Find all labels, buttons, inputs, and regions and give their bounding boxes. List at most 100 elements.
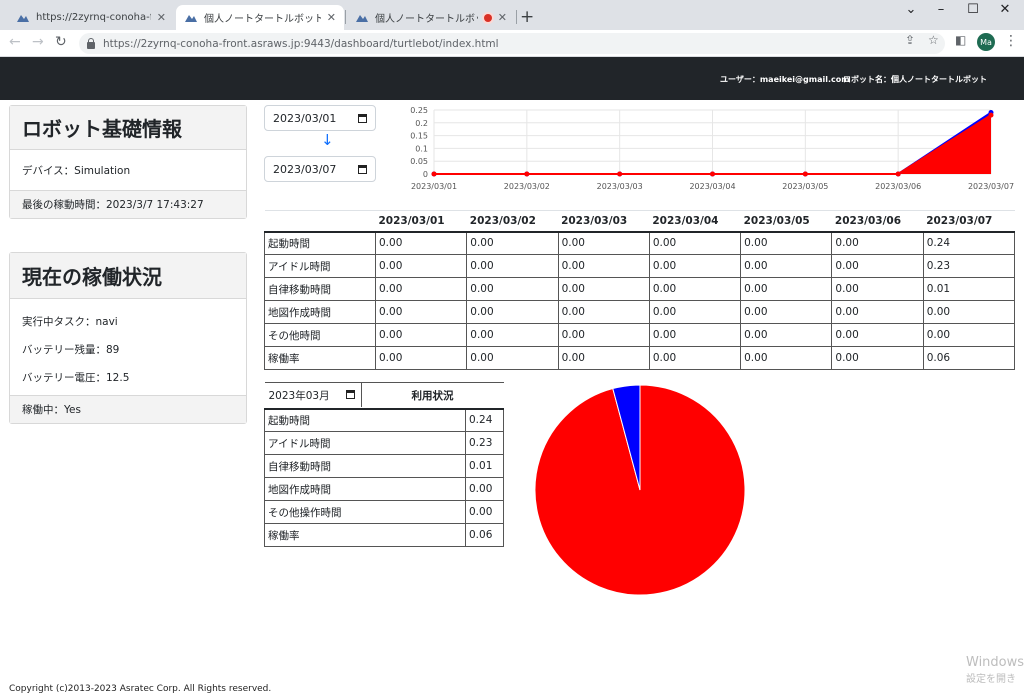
table-cell: 0.00 [465, 500, 504, 524]
browser-menu-icon[interactable]: ⋮ [1004, 33, 1018, 49]
tab-title: 個人ノートタートルボット-遠隔操 [375, 14, 478, 25]
table-cell: 0.00 [740, 277, 833, 301]
table-cell: 0.00 [648, 277, 742, 301]
column-header: 2023/03/05 [740, 210, 832, 233]
data-point [617, 171, 623, 177]
calendar-icon[interactable] [358, 114, 367, 123]
y-tick-label: 0.1 [415, 144, 428, 153]
tab-search-icon[interactable]: ⌄ [896, 2, 926, 17]
table-row: その他操作時間 0.00 [264, 500, 504, 524]
status-card: 現在の稼働状況 実行中タスク：navi バッテリー残量：89 バッテリー電圧：1… [9, 252, 247, 424]
table-cell: 0.00 [557, 277, 650, 301]
column-header: 2023/03/06 [831, 210, 924, 233]
column-header: 2023/03/07 [923, 210, 1015, 233]
table-cell: 0.00 [374, 323, 468, 347]
y-tick-label: 0.25 [410, 106, 428, 115]
table-row: 稼働率 0.06 [264, 523, 504, 547]
y-tick-label: 0.05 [410, 157, 428, 166]
browser-tab-bar: https://2zyrnq-conoha-front.asra ✕ 個人ノート… [0, 0, 1024, 30]
recording-icon [483, 13, 492, 22]
table-cell: 0.06 [465, 523, 504, 547]
row-label: 稼働率 [264, 346, 376, 370]
reload-icon[interactable]: ↻ [55, 34, 67, 50]
table-cell: 0.00 [557, 323, 650, 347]
bookmark-star-icon[interactable]: ☆ [928, 33, 939, 47]
calendar-icon[interactable] [345, 390, 355, 400]
data-point [431, 171, 437, 177]
table-cell: 0.00 [466, 254, 559, 278]
url-bar[interactable]: https://2zyrnq-conoha-front.asraws.jp:94… [79, 33, 945, 54]
table-row: アイドル時間 0.23 [264, 431, 504, 455]
start-date-value: 2023/03/01 [273, 111, 337, 125]
share-icon[interactable]: ⇪ [905, 33, 915, 47]
task-label: 実行中タスク：navi [22, 316, 118, 328]
calendar-icon[interactable] [358, 165, 367, 174]
table-cell: 0.00 [831, 346, 924, 370]
lock-icon [87, 37, 95, 49]
robot-name-label: ロボット名：個人ノートタートルボット [843, 75, 987, 84]
table-cell: 0.00 [374, 277, 468, 301]
table-header-row: 2023/03/01 2023/03/02 2023/03/03 2023/03… [264, 210, 1015, 233]
back-arrow-icon[interactable]: ← [9, 34, 21, 50]
data-point [802, 171, 808, 177]
table-cell: 0.00 [648, 346, 742, 370]
column-header: 2023/03/02 [466, 210, 559, 233]
column-header: 2023/03/04 [649, 210, 741, 233]
browser-tab-1[interactable]: https://2zyrnq-conoha-front.asra ✕ [8, 5, 174, 30]
table-cell: 0.00 [922, 300, 1016, 324]
url-text[interactable]: https://2zyrnq-conoha-front.asraws.jp:94… [103, 38, 499, 50]
table-cell: 0.00 [740, 254, 833, 278]
monthly-header-row: 2023年03月 利用状況 [264, 382, 504, 410]
arrow-down-icon: ↓ [321, 131, 334, 149]
close-window-button[interactable]: ✕ [990, 2, 1020, 17]
row-label: その他操作時間 [264, 500, 466, 524]
column-header: 2023/03/01 [375, 210, 467, 233]
maximize-button[interactable]: ☐ [958, 2, 988, 17]
data-point [895, 171, 901, 177]
forward-arrow-icon[interactable]: → [32, 34, 44, 50]
profile-avatar[interactable]: Ma [977, 33, 995, 51]
start-date-input[interactable]: 2023/03/01 [264, 105, 376, 131]
x-tick-label: 2023/03/02 [504, 182, 550, 191]
table-cell: 0.00 [374, 254, 468, 278]
table-row: その他時間 0.00 0.00 0.00 0.00 0.00 0.00 0.00 [264, 323, 1016, 347]
column-header: 2023/03/03 [558, 210, 650, 233]
battery-remaining-label: バッテリー残量：89 [22, 344, 120, 356]
x-tick-label: 2023/03/01 [411, 182, 457, 191]
table-cell: 0.00 [831, 323, 924, 347]
turtlebot-favicon-icon [356, 14, 368, 22]
y-tick-label: 0 [423, 170, 428, 179]
column-header [264, 210, 376, 233]
browser-tab-3[interactable]: 個人ノートタートルボット-遠隔操 ✕ [347, 5, 515, 30]
side-panel-icon[interactable]: ◧ [955, 33, 966, 47]
user-label: ユーザー：maeikei@gmail.com [720, 75, 850, 84]
status-body: 実行中タスク：navi バッテリー残量：89 バッテリー電圧：12.5 [10, 299, 246, 395]
browser-tab-2[interactable]: 個人ノートタートルボット-ダッシュボード ✕ [176, 5, 344, 30]
data-point [524, 171, 530, 177]
table-cell: 0.23 [465, 431, 504, 455]
table-cell: 0.00 [831, 300, 924, 324]
monthly-title: 利用状況 [361, 382, 504, 410]
table-cell: 0.00 [466, 231, 559, 255]
table-cell: 0.01 [465, 454, 504, 478]
close-tab-icon[interactable]: ✕ [498, 11, 507, 24]
table-cell: 0.00 [831, 254, 924, 278]
table-cell: 0.06 [922, 346, 1016, 370]
new-tab-button[interactable]: + [520, 7, 534, 27]
close-tab-icon[interactable]: ✕ [157, 11, 166, 24]
table-cell: 0.24 [465, 408, 504, 432]
minimize-button[interactable]: – [926, 2, 956, 17]
daily-usage-chart: 0.25 0.2 0.15 0.1 0.05 0 2023/03/01 2023/03/02 2… [410, 106, 1014, 191]
close-tab-icon[interactable]: ✕ [327, 11, 336, 24]
table-cell: 0.00 [648, 231, 742, 255]
tab-separator [516, 10, 517, 24]
address-toolbar: ← → ↻ https://2zyrnq-conoha-front.asraws… [0, 30, 1024, 57]
row-label: 自律移動時間 [264, 277, 376, 301]
month-value: 2023年03月 [268, 389, 330, 402]
end-date-input[interactable]: 2023/03/07 [264, 156, 376, 182]
table-cell: 0.00 [465, 477, 504, 501]
turtlebot-favicon-icon [185, 14, 197, 22]
table-cell: 0.00 [557, 346, 650, 370]
month-input[interactable]: 2023年03月 [265, 383, 362, 408]
table-row: アイドル時間 0.00 0.00 0.00 0.00 0.00 0.00 0.2… [264, 254, 1016, 278]
